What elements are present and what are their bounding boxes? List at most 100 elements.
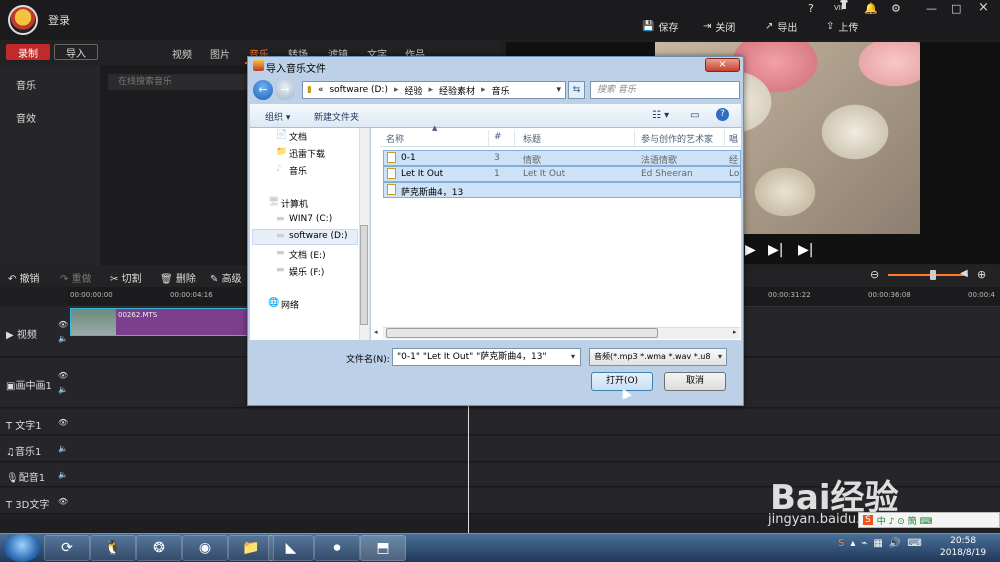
- refresh-button[interactable]: ⇆: [568, 81, 585, 99]
- column-separator[interactable]: [488, 130, 489, 146]
- zoom-slider-handle[interactable]: [930, 270, 936, 280]
- column-artist[interactable]: 参与创作的艺术家: [641, 132, 713, 145]
- help-icon[interactable]: ?: [716, 108, 729, 121]
- nav-item-computer[interactable]: 计算机: [281, 197, 308, 210]
- file-row[interactable]: [383, 150, 741, 166]
- clock[interactable]: 20:58 2018/8/19: [940, 535, 986, 559]
- save-button[interactable]: 💾 保存: [642, 19, 678, 34]
- volume-icon[interactable]: 🔊: [889, 538, 901, 549]
- login-link[interactable]: 登录: [48, 12, 70, 28]
- skip-end-icon[interactable]: ▶|: [798, 242, 813, 258]
- dialog-search-input[interactable]: 搜索 音乐: [590, 81, 740, 99]
- video-editor-app-icon[interactable]: ⬒: [360, 535, 406, 561]
- scroll-right-icon[interactable]: ▸: [733, 328, 737, 336]
- sogou-tray-icon[interactable]: S: [838, 538, 844, 549]
- bell-icon[interactable]: 🔔: [864, 2, 878, 15]
- network-tray-icon[interactable]: ▦: [873, 538, 882, 549]
- zoom-slider-track[interactable]: [888, 274, 968, 276]
- column-title[interactable]: 标题: [523, 132, 541, 145]
- maximize-icon[interactable]: □: [951, 2, 961, 15]
- nav-item-drive-d[interactable]: software (D:): [289, 231, 348, 241]
- new-folder-button[interactable]: 新建文件夹: [314, 110, 359, 123]
- back-button[interactable]: ←: [253, 80, 273, 100]
- column-album[interactable]: 唱: [729, 132, 738, 145]
- dialog-close-button[interactable]: ×: [705, 58, 740, 72]
- address-bar[interactable]: ▮ « software (D:) ▸ 经验 ▸ 经验素材 ▸ 音乐 ▾: [302, 81, 566, 99]
- redo-button[interactable]: ↷ 重做: [60, 270, 92, 285]
- undo-button[interactable]: ↶ 撤销: [8, 270, 40, 285]
- view-options-icon[interactable]: ☷ ▾: [652, 110, 669, 121]
- firefox-icon[interactable]: ◉: [182, 535, 228, 561]
- nav-item-drive-e[interactable]: 文档 (E:): [289, 248, 326, 261]
- column-separator[interactable]: [724, 130, 725, 146]
- organize-button[interactable]: 组织 ▾: [265, 110, 290, 123]
- advanced-button[interactable]: ✎ 高级: [210, 270, 242, 285]
- eye-icon[interactable]: 👁: [58, 418, 68, 427]
- category-music[interactable]: 音乐: [16, 77, 36, 92]
- export-button[interactable]: ↗ 导出: [765, 19, 797, 34]
- preview-pane-icon[interactable]: ▭: [690, 110, 699, 121]
- nav-item-xunlei[interactable]: 迅雷下载: [289, 147, 325, 160]
- filename-input[interactable]: "0-1" "Let It Out" "萨克斯曲4，13": [392, 348, 581, 366]
- eye-icon[interactable]: 👁: [58, 320, 68, 329]
- tab-image[interactable]: 图片: [210, 46, 230, 61]
- taskbar-app-icon[interactable]: ⟳: [44, 535, 90, 561]
- hscrollbar-thumb[interactable]: [386, 328, 658, 338]
- column-separator[interactable]: [514, 130, 515, 146]
- media-player-icon[interactable]: ❂: [136, 535, 182, 561]
- cancel-button[interactable]: 取消: [664, 372, 726, 391]
- breadcrumb-folder[interactable]: 经验素材: [439, 84, 475, 97]
- filetype-select[interactable]: 音频(*.mp3 *.wma *.wav *.u8: [589, 348, 727, 366]
- zoom-out-icon[interactable]: ⊖: [870, 268, 879, 281]
- usb-icon[interactable]: ⌁: [861, 538, 867, 549]
- eye-icon[interactable]: 👁: [58, 371, 68, 380]
- record-app-icon[interactable]: ⏺: [314, 535, 360, 561]
- shirt-icon[interactable]: [838, 0, 850, 10]
- speaker-icon[interactable]: 🔈: [58, 334, 68, 343]
- close-window-icon[interactable]: ×: [978, 0, 989, 15]
- ime-toolbar[interactable]: S中 ♪ ⊙ 簡 ⌨: [858, 512, 1000, 528]
- arrow-up-icon[interactable]: ▴: [850, 538, 855, 549]
- breadcrumb-folder[interactable]: 经验: [405, 84, 423, 97]
- taskbar-app-icon[interactable]: ◣: [268, 535, 314, 561]
- nav-item-drive-c[interactable]: WIN7 (C:): [289, 214, 332, 224]
- ime-tray-icon[interactable]: ⌨: [907, 538, 921, 549]
- breadcrumb-drive[interactable]: software (D:): [329, 85, 388, 95]
- timeline-back-icon[interactable]: ◀: [960, 268, 968, 279]
- play-icon[interactable]: ▶: [745, 242, 756, 258]
- zoom-in-icon[interactable]: ⊕: [977, 268, 986, 281]
- column-number[interactable]: #: [494, 132, 502, 142]
- record-button[interactable]: 录制: [6, 44, 50, 60]
- start-button[interactable]: [4, 534, 40, 562]
- cut-button[interactable]: ✂ 切割: [110, 270, 142, 285]
- column-separator[interactable]: [634, 130, 635, 146]
- speaker-icon[interactable]: 🔈: [58, 470, 68, 479]
- category-sound-effects[interactable]: 音效: [16, 110, 36, 125]
- gear-icon[interactable]: ⚙: [891, 2, 901, 15]
- minimize-icon[interactable]: —: [926, 2, 937, 15]
- close-button[interactable]: ⇥ 关闭: [703, 19, 735, 34]
- music-search-input[interactable]: 在线搜索音乐: [108, 74, 248, 90]
- qq-icon[interactable]: 🐧: [90, 535, 136, 561]
- scroll-left-icon[interactable]: ◂: [374, 328, 378, 336]
- speaker-icon[interactable]: 🔈: [58, 444, 68, 453]
- eye-icon[interactable]: 👁: [58, 497, 68, 506]
- chevron-down-icon[interactable]: ▾: [718, 352, 722, 361]
- help-icon[interactable]: ?: [808, 2, 814, 15]
- tab-video[interactable]: 视频: [172, 46, 192, 61]
- step-forward-icon[interactable]: ▶|: [768, 242, 783, 258]
- delete-button[interactable]: 🗑 删除: [160, 270, 196, 285]
- upload-button[interactable]: ⇪ 上传: [826, 19, 858, 34]
- chevron-down-icon[interactable]: ▾: [571, 352, 575, 361]
- nav-item-drive-f[interactable]: 娱乐 (F:): [289, 265, 324, 278]
- speaker-icon[interactable]: 🔈: [58, 385, 68, 394]
- nav-item-network[interactable]: 网络: [281, 298, 299, 311]
- column-name[interactable]: 名称: [386, 132, 404, 145]
- forward-button[interactable]: →: [275, 80, 295, 100]
- import-button[interactable]: 导入: [54, 44, 98, 60]
- nav-item-music[interactable]: 音乐: [289, 164, 307, 177]
- nav-scrollbar-thumb[interactable]: [360, 225, 368, 325]
- breadcrumb-folder[interactable]: 音乐: [492, 84, 510, 97]
- nav-item-documents[interactable]: 文档: [289, 130, 307, 143]
- chevron-down-icon[interactable]: ▾: [556, 85, 561, 95]
